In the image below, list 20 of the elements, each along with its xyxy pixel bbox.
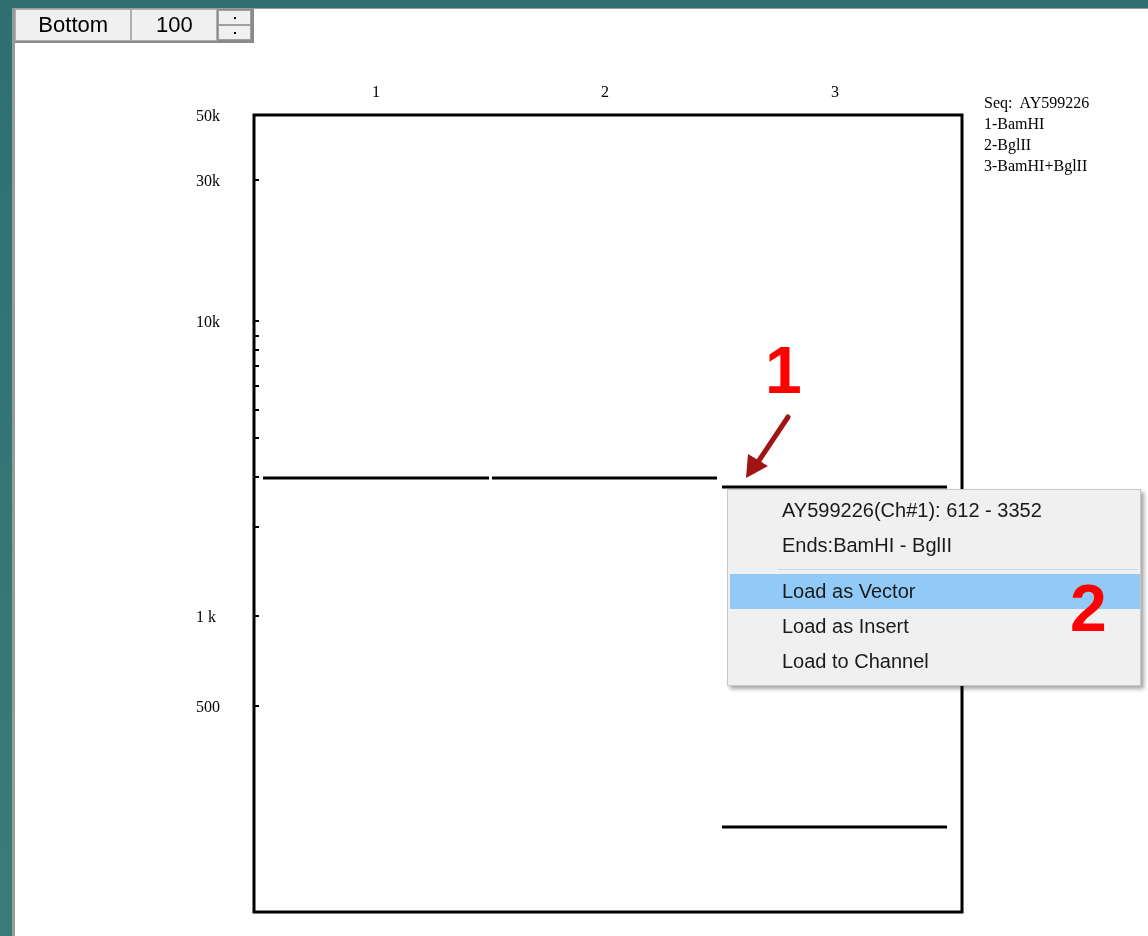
axis-label: 50k [196, 107, 220, 124]
side-button[interactable]: Bottom [15, 9, 132, 41]
axis-label: 10k [196, 313, 220, 330]
lane-label: 1 [372, 83, 380, 100]
axis-label: 30k [196, 172, 220, 189]
legend-text: Seq: AY599226 [984, 94, 1090, 111]
legend-text: 1-BamHI [984, 115, 1045, 132]
legend-text: 3-BamHI+BglII [984, 157, 1088, 174]
axis-label: 500 [196, 698, 220, 715]
axis-label: 1 k [196, 608, 216, 625]
legend-text: 2-BglII [984, 136, 1032, 153]
menu-item[interactable]: Load to Channel [730, 644, 1140, 679]
lane-label: 2 [601, 83, 609, 100]
annotation-arrow [746, 414, 791, 478]
annotation-number: 1 [765, 337, 802, 403]
menu-info-text: Ends:BamHI - BglII [781, 533, 954, 558]
zoom-field[interactable]: 100 [131, 9, 218, 41]
menu-info-text: AY599226(Ch#1): 612 - 3352 [781, 498, 1043, 523]
spin-control[interactable] [217, 9, 252, 41]
lane-label: 3 [831, 83, 839, 100]
